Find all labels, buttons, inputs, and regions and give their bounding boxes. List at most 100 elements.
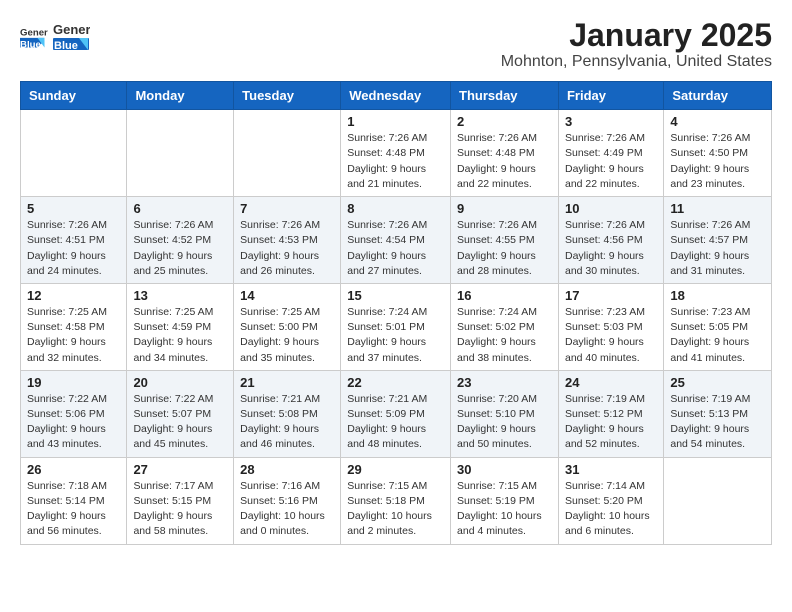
day-info: Sunrise: 7:24 AM Sunset: 5:01 PM Dayligh… [347,305,444,366]
day-number: 16 [457,288,552,303]
logo-text-block: General Blue [52,18,90,56]
calendar-title: January 2025 [501,18,772,53]
table-row: 28 Sunrise: 7:16 AM Sunset: 5:16 PM Dayli… [234,457,341,544]
table-row: 15 Sunrise: 7:24 AM Sunset: 5:01 PM Dayli… [341,283,451,370]
day-info: Sunrise: 7:26 AM Sunset: 4:56 PM Dayligh… [565,218,657,279]
calendar-week-row: 5 Sunrise: 7:26 AM Sunset: 4:51 PM Daylig… [21,197,772,284]
day-number: 5 [27,201,120,216]
day-number: 4 [670,114,765,129]
day-number: 2 [457,114,552,129]
day-number: 8 [347,201,444,216]
day-number: 31 [565,462,657,477]
day-number: 20 [133,375,227,390]
day-info: Sunrise: 7:26 AM Sunset: 4:52 PM Dayligh… [133,218,227,279]
table-row [664,457,772,544]
logo-icon: General Blue [20,23,48,51]
day-number: 26 [27,462,120,477]
logo-blue-text: Blue [54,40,78,52]
day-number: 9 [457,201,552,216]
day-number: 3 [565,114,657,129]
day-info: Sunrise: 7:18 AM Sunset: 5:14 PM Dayligh… [27,479,120,540]
table-row: 30Sunrise: 7:15 AM Sunset: 5:19 PM Dayli… [451,457,559,544]
col-wednesday: Wednesday [341,82,451,110]
day-info: Sunrise: 7:26 AM Sunset: 4:51 PM Dayligh… [27,218,120,279]
col-saturday: Saturday [664,82,772,110]
calendar-week-row: 1Sunrise: 7:26 AM Sunset: 4:48 PM Daylig… [21,110,772,197]
day-number: 12 [27,288,120,303]
table-row: 8 Sunrise: 7:26 AM Sunset: 4:54 PM Daylig… [341,197,451,284]
day-number: 19 [27,375,120,390]
day-info: Sunrise: 7:25 AM Sunset: 5:00 PM Dayligh… [240,305,334,366]
header: General Blue General Blue January 2025 M… [20,18,772,71]
table-row [234,110,341,197]
day-info: Sunrise: 7:26 AM Sunset: 4:57 PM Dayligh… [670,218,765,279]
table-row: 25Sunrise: 7:19 AM Sunset: 5:13 PM Dayli… [664,370,772,457]
day-number: 15 [347,288,444,303]
table-row: 1Sunrise: 7:26 AM Sunset: 4:48 PM Daylig… [341,110,451,197]
day-info: Sunrise: 7:14 AM Sunset: 5:20 PM Dayligh… [565,479,657,540]
day-info: Sunrise: 7:17 AM Sunset: 5:15 PM Dayligh… [133,479,227,540]
day-number: 29 [347,462,444,477]
table-row: 6 Sunrise: 7:26 AM Sunset: 4:52 PM Daylig… [127,197,234,284]
calendar-table: Sunday Monday Tuesday Wednesday Thursday… [20,81,772,544]
day-number: 1 [347,114,444,129]
calendar-header-row: Sunday Monday Tuesday Wednesday Thursday… [21,82,772,110]
table-row: 22 Sunrise: 7:21 AM Sunset: 5:09 PM Dayli… [341,370,451,457]
table-row: 27 Sunrise: 7:17 AM Sunset: 5:15 PM Dayli… [127,457,234,544]
table-row: 18Sunrise: 7:23 AM Sunset: 5:05 PM Dayli… [664,283,772,370]
day-info: Sunrise: 7:20 AM Sunset: 5:10 PM Dayligh… [457,392,552,453]
table-row: 10Sunrise: 7:26 AM Sunset: 4:56 PM Dayli… [558,197,663,284]
calendar-subtitle: Mohnton, Pennsylvania, United States [501,53,772,71]
day-info: Sunrise: 7:15 AM Sunset: 5:18 PM Dayligh… [347,479,444,540]
day-info: Sunrise: 7:22 AM Sunset: 5:07 PM Dayligh… [133,392,227,453]
calendar-week-row: 12 Sunrise: 7:25 AM Sunset: 4:58 PM Dayli… [21,283,772,370]
table-row: 29 Sunrise: 7:15 AM Sunset: 5:18 PM Dayli… [341,457,451,544]
day-number: 28 [240,462,334,477]
day-number: 22 [347,375,444,390]
table-row: 23 Sunrise: 7:20 AM Sunset: 5:10 PM Dayli… [451,370,559,457]
table-row: 21 Sunrise: 7:21 AM Sunset: 5:08 PM Dayli… [234,370,341,457]
day-number: 25 [670,375,765,390]
table-row: 9Sunrise: 7:26 AM Sunset: 4:55 PM Daylig… [451,197,559,284]
day-info: Sunrise: 7:26 AM Sunset: 4:53 PM Dayligh… [240,218,334,279]
day-number: 11 [670,201,765,216]
svg-text:General: General [20,27,48,38]
col-thursday: Thursday [451,82,559,110]
day-info: Sunrise: 7:23 AM Sunset: 5:05 PM Dayligh… [670,305,765,366]
table-row: 13Sunrise: 7:25 AM Sunset: 4:59 PM Dayli… [127,283,234,370]
day-info: Sunrise: 7:25 AM Sunset: 4:58 PM Dayligh… [27,305,120,366]
day-number: 23 [457,375,552,390]
calendar-week-row: 26 Sunrise: 7:18 AM Sunset: 5:14 PM Dayli… [21,457,772,544]
col-friday: Friday [558,82,663,110]
svg-text:Blue: Blue [20,40,41,51]
day-info: Sunrise: 7:21 AM Sunset: 5:08 PM Dayligh… [240,392,334,453]
title-block: January 2025 Mohnton, Pennsylvania, Unit… [501,18,772,71]
table-row: 14 Sunrise: 7:25 AM Sunset: 5:00 PM Dayli… [234,283,341,370]
table-row: 19Sunrise: 7:22 AM Sunset: 5:06 PM Dayli… [21,370,127,457]
day-number: 6 [133,201,227,216]
calendar-week-row: 19Sunrise: 7:22 AM Sunset: 5:06 PM Dayli… [21,370,772,457]
day-info: Sunrise: 7:21 AM Sunset: 5:09 PM Dayligh… [347,392,444,453]
day-info: Sunrise: 7:25 AM Sunset: 4:59 PM Dayligh… [133,305,227,366]
table-row: 17Sunrise: 7:23 AM Sunset: 5:03 PM Dayli… [558,283,663,370]
day-info: Sunrise: 7:24 AM Sunset: 5:02 PM Dayligh… [457,305,552,366]
table-row: 26 Sunrise: 7:18 AM Sunset: 5:14 PM Dayli… [21,457,127,544]
table-row: 20 Sunrise: 7:22 AM Sunset: 5:07 PM Dayli… [127,370,234,457]
day-number: 30 [457,462,552,477]
table-row: 31 Sunrise: 7:14 AM Sunset: 5:20 PM Dayli… [558,457,663,544]
day-number: 21 [240,375,334,390]
day-info: Sunrise: 7:26 AM Sunset: 4:49 PM Dayligh… [565,131,657,192]
table-row: 5 Sunrise: 7:26 AM Sunset: 4:51 PM Daylig… [21,197,127,284]
day-info: Sunrise: 7:19 AM Sunset: 5:12 PM Dayligh… [565,392,657,453]
day-number: 24 [565,375,657,390]
table-row: 7 Sunrise: 7:26 AM Sunset: 4:53 PM Daylig… [234,197,341,284]
col-sunday: Sunday [21,82,127,110]
table-row [127,110,234,197]
logo-general-text: General [53,22,90,37]
day-number: 7 [240,201,334,216]
day-info: Sunrise: 7:16 AM Sunset: 5:16 PM Dayligh… [240,479,334,540]
day-info: Sunrise: 7:26 AM Sunset: 4:54 PM Dayligh… [347,218,444,279]
day-number: 27 [133,462,227,477]
day-number: 14 [240,288,334,303]
logo-graphic: General Blue [52,18,90,56]
